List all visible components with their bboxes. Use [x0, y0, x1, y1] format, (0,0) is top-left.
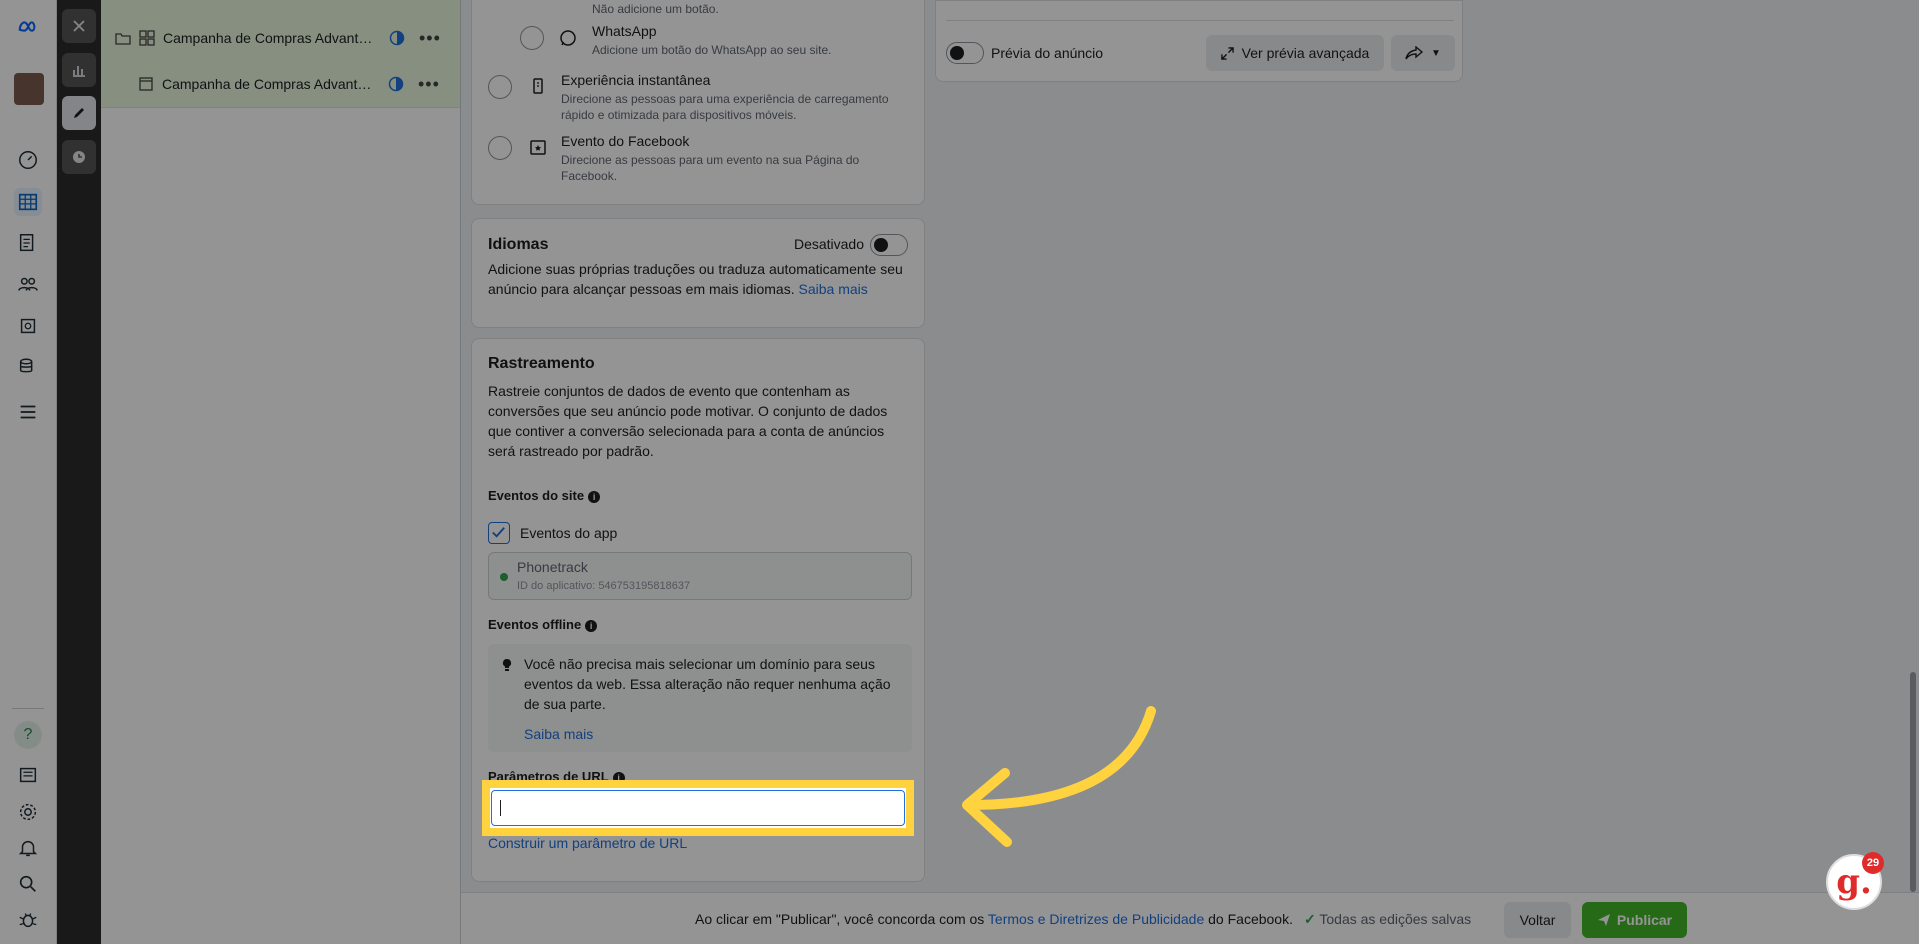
bottom-bar: Ao clicar em "Publicar", você concorda c…: [461, 892, 1919, 944]
terms-link[interactable]: Termos e Diretrizes de Publicidade: [988, 911, 1204, 927]
instant-experience-desc: Direcione as pessoas para uma experiênci…: [561, 92, 889, 122]
site-events-label: Eventos do site i: [488, 488, 601, 503]
calendar-star-icon: [530, 140, 546, 155]
publish-agreement: Ao clicar em "Publicar", você concorda c…: [695, 911, 1293, 927]
app-name: Phonetrack: [517, 559, 588, 575]
campaign-tree: Campanha de Compras Advanta... ••• Campa…: [101, 0, 461, 944]
ad-preview-label: Prévia do anúncio: [991, 45, 1104, 61]
text-caret: [500, 800, 501, 816]
languages-title: Idiomas: [488, 236, 549, 253]
status-half-circle-icon: [389, 30, 405, 46]
ad-name: Campanha de Compras Advanta...: [162, 76, 374, 92]
app-events-checkbox[interactable]: [488, 522, 510, 544]
bug-icon[interactable]: [14, 906, 42, 934]
notification-count: 29: [1862, 852, 1884, 874]
pointer-arrow-icon: [962, 706, 1156, 847]
ad-preview-toggle[interactable]: [946, 42, 984, 64]
pages-icon[interactable]: [14, 229, 42, 257]
whatsapp-radio[interactable]: [520, 26, 544, 50]
languages-desc: Adicione suas próprias traduções ou trad…: [488, 261, 903, 297]
bell-icon[interactable]: [14, 834, 42, 862]
tip-text: Você não precisa mais selecionar um domí…: [524, 656, 891, 712]
help-widget-button[interactable]: g. 29: [1826, 852, 1884, 910]
ad-icon: [139, 77, 153, 91]
send-icon: [1597, 914, 1610, 926]
table-icon[interactable]: [14, 188, 42, 216]
status-half-circle-icon: [388, 76, 404, 92]
tree-row-campaign[interactable]: Campanha de Compras Advanta... •••: [101, 15, 461, 61]
news-icon[interactable]: [14, 761, 42, 789]
tip-learn-more-link[interactable]: Saiba mais: [524, 724, 593, 744]
info-icon[interactable]: i: [585, 619, 598, 632]
checkmark-icon: [492, 527, 505, 538]
preview-divider: [946, 1, 1454, 21]
save-status: ✓ Todas as edições salvas: [1304, 911, 1472, 927]
bar-chart-icon[interactable]: [62, 53, 96, 87]
expand-icon: [1220, 46, 1234, 60]
none-option-desc: Não adicione um botão.: [592, 2, 719, 16]
ad-preview-card: Prévia do anúncio Ver prévia avançada ▼: [935, 0, 1463, 82]
tracking-title: Rastreamento: [488, 355, 595, 372]
gear-icon[interactable]: [14, 798, 42, 826]
facebook-event-desc: Direcione as pessoas para um evento na s…: [561, 153, 860, 183]
folder-icon: [115, 33, 131, 45]
scrollbar[interactable]: [1910, 672, 1916, 892]
url-params-input[interactable]: [491, 790, 905, 826]
more-options-icon[interactable]: •••: [418, 74, 440, 95]
help-icon[interactable]: ?: [14, 721, 42, 749]
chevron-down-icon: ▼: [1431, 47, 1441, 59]
nav-divider: [12, 708, 44, 709]
avatar[interactable]: [14, 73, 44, 105]
instant-experience-title: Experiência instantânea: [561, 72, 711, 88]
speedometer-icon[interactable]: [14, 146, 42, 174]
share-button[interactable]: ▼: [1391, 35, 1455, 71]
offline-events-label: Eventos offline i: [488, 617, 598, 632]
tool-strip: [57, 0, 101, 944]
whatsapp-desc: Adicione um botão do WhatsApp ao seu sit…: [592, 43, 832, 57]
facebook-event-title: Evento do Facebook: [561, 133, 690, 149]
meta-logo-icon[interactable]: [14, 13, 42, 41]
menu-icon[interactable]: [14, 398, 42, 426]
audience-icon[interactable]: [14, 270, 42, 298]
status-dot-icon: [500, 573, 508, 581]
languages-toggle[interactable]: [870, 234, 908, 256]
app-events-label: Eventos do app: [520, 525, 618, 541]
more-options-icon[interactable]: •••: [419, 28, 441, 49]
facebook-event-radio[interactable]: [488, 136, 512, 160]
campaign-name: Campanha de Compras Advanta...: [163, 30, 375, 46]
phone-icon: [533, 78, 543, 94]
global-nav: ?: [0, 0, 57, 944]
whatsapp-icon: [560, 30, 576, 46]
whatsapp-title: WhatsApp: [592, 23, 657, 39]
languages-toggle-label: Desativado: [793, 236, 864, 252]
clock-icon[interactable]: [62, 140, 96, 174]
checkmark-icon: ✓: [1304, 911, 1316, 927]
search-icon[interactable]: [14, 870, 42, 898]
destination-card: Não adicione um botão. WhatsApp Adicione…: [471, 0, 925, 205]
lightbulb-icon: [502, 658, 512, 671]
languages-card: Idiomas Desativado Adicione suas própria…: [471, 218, 925, 328]
edit-pencil-icon[interactable]: [62, 96, 96, 130]
build-url-param-link[interactable]: Construir um parâmetro de URL: [488, 833, 687, 853]
tracking-desc: Rastreie conjuntos de dados de evento qu…: [488, 383, 888, 459]
advanced-preview-button[interactable]: Ver prévia avançada: [1206, 35, 1384, 71]
share-icon: [1405, 46, 1424, 60]
back-button[interactable]: Voltar: [1504, 902, 1571, 938]
billing-icon[interactable]: [14, 353, 42, 381]
tree-row-ad[interactable]: Campanha de Compras Advanta... •••: [101, 61, 461, 107]
languages-learn-more-link[interactable]: Saiba mais: [799, 281, 868, 297]
app-dataset-box[interactable]: Phonetrack ID do aplicativo: 54675319581…: [488, 552, 912, 600]
info-icon[interactable]: i: [588, 490, 601, 503]
app-id: ID do aplicativo: 546753195818637: [517, 580, 691, 592]
tip-box: Você não precisa mais selecionar um domí…: [488, 644, 912, 752]
grid-icon: [139, 30, 155, 46]
instant-experience-radio[interactable]: [488, 75, 512, 99]
close-icon[interactable]: [62, 9, 96, 43]
creative-icon[interactable]: [14, 312, 42, 340]
publish-button[interactable]: Publicar: [1582, 902, 1687, 938]
